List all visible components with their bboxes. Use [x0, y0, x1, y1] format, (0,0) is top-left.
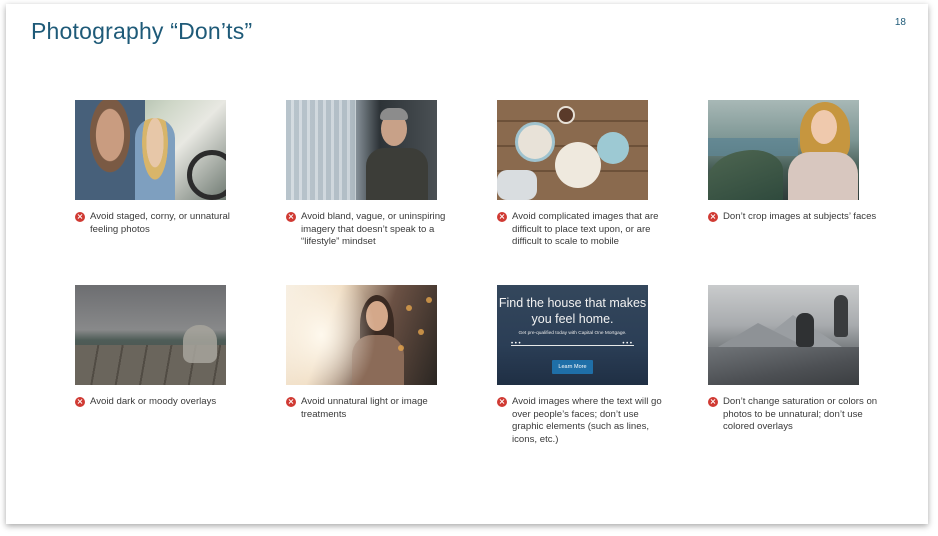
dots-decoration: • • • — [511, 341, 521, 347]
caption: × Avoid bland, vague, or uninspiring ima… — [286, 211, 461, 249]
caption-text: Avoid unnatural light or image treatment… — [301, 396, 428, 420]
ad-headline: Find the house that makes you feel home. — [498, 296, 647, 326]
businessman-window-photo — [286, 100, 437, 200]
ad-subtext: Get pre-qualified today with Capital One… — [518, 331, 627, 336]
learn-more-button: Learn More — [552, 360, 593, 374]
x-circle-icon: × — [286, 212, 296, 222]
example-card: × Avoid dark or moody overlays — [75, 285, 250, 409]
x-circle-icon: × — [286, 397, 296, 407]
x-circle-icon: × — [75, 212, 85, 222]
caption-text: Avoid images where the text will go over… — [512, 396, 662, 445]
caption: × Don’t change saturation or colors on p… — [708, 396, 883, 434]
example-card: × Avoid unnatural light or image treatme… — [286, 285, 461, 421]
caption-text: Don’t change saturation or colors on pho… — [723, 396, 878, 433]
couple-in-car-photo — [75, 100, 226, 200]
x-circle-icon: × — [708, 397, 718, 407]
slide: Photography “Don’ts” 18 × Avoid staged, … — [6, 4, 928, 524]
x-circle-icon: × — [497, 397, 507, 407]
example-card: Find the house that makes you feel home.… — [497, 285, 672, 446]
example-card: × Avoid bland, vague, or uninspiring ima… — [286, 100, 461, 249]
text-over-face-ad-photo: Find the house that makes you feel home.… — [497, 285, 648, 385]
caption: × Avoid complicated images that are diff… — [497, 211, 672, 249]
desaturated-mountain-photo — [708, 285, 859, 385]
dark-overlay-dock-photo — [75, 285, 226, 385]
caption-text: Avoid complicated images that are diffic… — [512, 211, 659, 248]
dots-decoration: • • • — [622, 341, 632, 347]
breakfast-table-photo — [497, 100, 648, 200]
example-card: × Don’t crop images at subjects’ faces — [708, 100, 883, 224]
x-circle-icon: × — [497, 212, 507, 222]
page-number: 18 — [894, 17, 906, 28]
caption: × Don’t crop images at subjects’ faces — [708, 211, 883, 224]
caption-text: Avoid dark or moody overlays — [90, 396, 217, 407]
x-circle-icon: × — [75, 397, 85, 407]
caption: × Avoid unnatural light or image treatme… — [286, 396, 461, 421]
cropped-face-coast-photo — [708, 100, 859, 200]
caption: × Avoid images where the text will go ov… — [497, 396, 672, 446]
caption-text: Avoid bland, vague, or uninspiring image… — [301, 211, 446, 248]
page-title: Photography “Don’ts” — [31, 18, 253, 44]
divider-line — [511, 345, 634, 346]
caption-text: Avoid staged, corny, or unnatural feelin… — [90, 211, 230, 235]
caption: × Avoid staged, corny, or unnatural feel… — [75, 211, 250, 236]
example-card: × Avoid staged, corny, or unnatural feel… — [75, 100, 250, 236]
light-leak-woman-photo — [286, 285, 437, 385]
x-circle-icon: × — [708, 212, 718, 222]
example-card: × Avoid complicated images that are diff… — [497, 100, 672, 249]
caption-text: Don’t crop images at subjects’ faces — [723, 211, 877, 222]
caption: × Avoid dark or moody overlays — [75, 396, 250, 409]
example-card: × Don’t change saturation or colors on p… — [708, 285, 883, 434]
